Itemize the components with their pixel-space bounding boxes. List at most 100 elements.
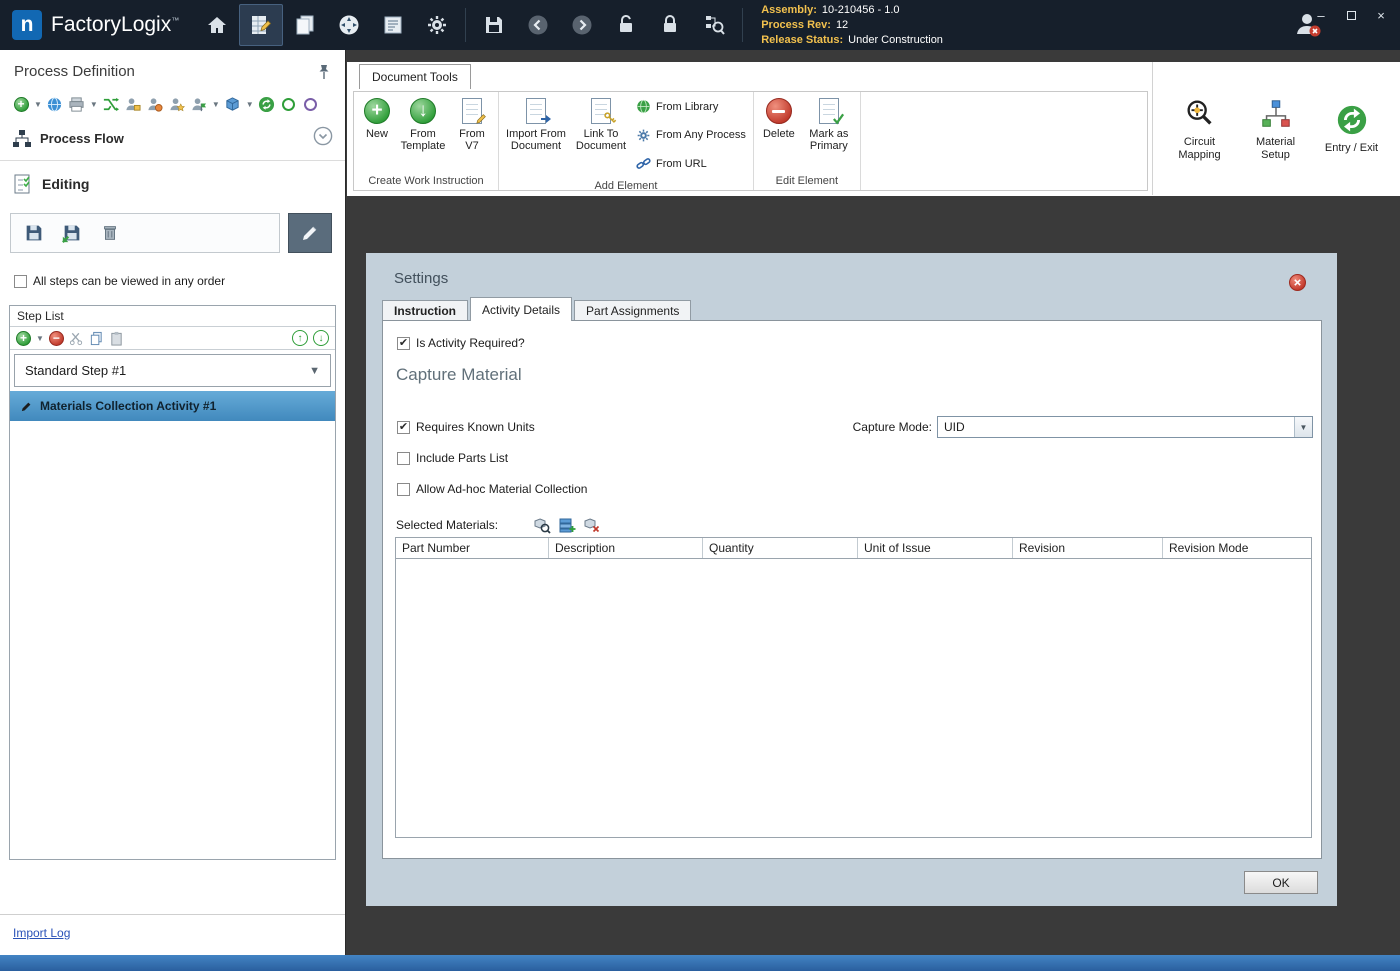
app-name: FactoryLogix™ <box>51 13 179 37</box>
import-from-document-button[interactable]: Import From Document <box>502 95 570 155</box>
save-step-button[interactable] <box>15 217 53 249</box>
from-library-button[interactable]: From Library <box>636 99 746 114</box>
mark-as-primary-button[interactable]: Mark as Primary <box>801 95 857 155</box>
add-step-caret[interactable]: ▼ <box>36 334 44 343</box>
material-setup-button[interactable]: Material Setup <box>1243 96 1309 162</box>
delete-element-button[interactable]: Delete <box>757 95 801 143</box>
settings-button[interactable] <box>415 4 459 46</box>
col-quantity[interactable]: Quantity <box>703 538 858 558</box>
main-toolbar <box>195 4 749 46</box>
from-any-process-button[interactable]: From Any Process <box>636 128 746 143</box>
from-template-button[interactable]: From Template <box>397 95 449 155</box>
release-search-button[interactable] <box>692 4 736 46</box>
print-button[interactable] <box>68 95 86 113</box>
swap-process-button[interactable] <box>102 95 120 113</box>
from-v7-button[interactable]: From V7 <box>449 95 495 155</box>
save-button[interactable] <box>472 4 516 46</box>
col-part-number[interactable]: Part Number <box>396 538 549 558</box>
minimize-button[interactable]: – <box>1314 8 1328 22</box>
from-url-button[interactable]: From URL <box>636 156 746 171</box>
release-status-value: Under Construction <box>848 34 943 46</box>
link-to-document-button[interactable]: Link To Document <box>570 95 632 155</box>
edit-mode-button[interactable] <box>288 213 332 253</box>
print-dropdown-caret[interactable]: ▼ <box>90 100 98 109</box>
allow-adhoc-checkbox[interactable] <box>397 483 410 496</box>
move-down-icon[interactable] <box>313 330 329 346</box>
documents-button[interactable] <box>283 4 327 46</box>
materials-table: Part Number Description Quantity Unit of… <box>395 537 1312 838</box>
user-star-button[interactable] <box>168 95 186 113</box>
requires-known-units-checkbox[interactable] <box>397 421 410 434</box>
add-step-icon[interactable] <box>16 331 31 346</box>
new-button[interactable]: New <box>357 95 397 143</box>
cut-icon[interactable] <box>69 331 84 346</box>
news-icon <box>381 13 405 37</box>
step-item[interactable]: Standard Step #1 ▼ <box>14 354 331 387</box>
import-log-link[interactable]: Import Log <box>13 926 70 940</box>
include-parts-list-row: Include Parts List <box>397 451 508 465</box>
entry-exit-button[interactable]: Entry / Exit <box>1319 102 1385 155</box>
web-button[interactable] <box>46 95 64 113</box>
settings-close-button[interactable] <box>1289 274 1306 291</box>
ok-button[interactable]: OK <box>1244 871 1318 894</box>
forward-button[interactable] <box>560 4 604 46</box>
col-description[interactable]: Description <box>549 538 703 558</box>
capture-mode-dropdown[interactable]: UID ▼ <box>937 416 1313 438</box>
status-green-button[interactable] <box>280 95 298 113</box>
refresh-button[interactable] <box>258 95 276 113</box>
home-button[interactable] <box>195 4 239 46</box>
col-unit-of-issue[interactable]: Unit of Issue <box>858 538 1013 558</box>
settings-dialog: Settings Instruction Activity Details Pa… <box>366 253 1337 906</box>
user-assign-button[interactable] <box>124 95 142 113</box>
package-button[interactable] <box>224 95 242 113</box>
settings-tabs: Instruction Activity Details Part Assign… <box>382 297 693 321</box>
import-step-button[interactable] <box>53 217 91 249</box>
browse-materials-button[interactable] <box>532 515 551 534</box>
col-revision-mode[interactable]: Revision Mode <box>1163 538 1311 558</box>
news-button[interactable] <box>371 4 415 46</box>
paste-icon[interactable] <box>109 331 124 346</box>
collapse-button[interactable] <box>313 126 333 151</box>
navigate-button[interactable] <box>327 4 371 46</box>
user-flag-button[interactable] <box>190 95 208 113</box>
move-up-icon[interactable] <box>292 330 308 346</box>
close-window-button[interactable]: × <box>1374 8 1388 22</box>
add-material-button[interactable] <box>557 515 576 534</box>
col-revision[interactable]: Revision <box>1013 538 1163 558</box>
materials-table-body <box>395 559 1312 838</box>
maximize-button[interactable] <box>1344 8 1358 22</box>
link-to-document-icon <box>591 98 611 124</box>
tab-instruction[interactable]: Instruction <box>382 300 468 321</box>
tab-document-tools[interactable]: Document Tools <box>359 64 471 89</box>
add-dropdown-caret[interactable]: ▼ <box>34 100 42 109</box>
circuit-mapping-button[interactable]: Circuit Mapping <box>1167 96 1233 162</box>
process-flow-row[interactable]: Process Flow <box>12 126 333 151</box>
tab-activity-details[interactable]: Activity Details <box>470 297 572 321</box>
unlock-button[interactable] <box>604 4 648 46</box>
delete-step-button[interactable] <box>91 217 129 249</box>
lock-icon <box>658 13 682 37</box>
back-button[interactable] <box>516 4 560 46</box>
lock-button[interactable] <box>648 4 692 46</box>
status-purple-button[interactable] <box>302 95 320 113</box>
add-button[interactable] <box>12 95 30 113</box>
dropdown-arrow-icon[interactable]: ▼ <box>1294 417 1312 437</box>
step-list-toolbar: ▼ <box>10 327 335 350</box>
user-flag-dropdown-caret[interactable]: ▼ <box>212 100 220 109</box>
tab-part-assignments[interactable]: Part Assignments <box>574 300 691 321</box>
work-instructions-button[interactable] <box>239 4 283 46</box>
step-expand-chevron[interactable]: ▼ <box>309 365 320 377</box>
remove-material-button[interactable] <box>582 515 601 534</box>
is-activity-required-checkbox[interactable] <box>397 337 410 350</box>
capture-mode-label: Capture Mode: <box>832 420 932 434</box>
floppy-icon <box>23 222 45 244</box>
include-parts-list-checkbox[interactable] <box>397 452 410 465</box>
copy-icon[interactable] <box>89 331 104 346</box>
remove-step-icon[interactable] <box>49 331 64 346</box>
mark-as-primary-icon <box>819 98 839 124</box>
user-role-button[interactable] <box>146 95 164 113</box>
any-order-checkbox[interactable] <box>14 275 27 288</box>
package-dropdown-caret[interactable]: ▼ <box>246 100 254 109</box>
activity-item-selected[interactable]: Materials Collection Activity #1 <box>10 391 335 421</box>
pin-button[interactable] <box>317 64 331 85</box>
